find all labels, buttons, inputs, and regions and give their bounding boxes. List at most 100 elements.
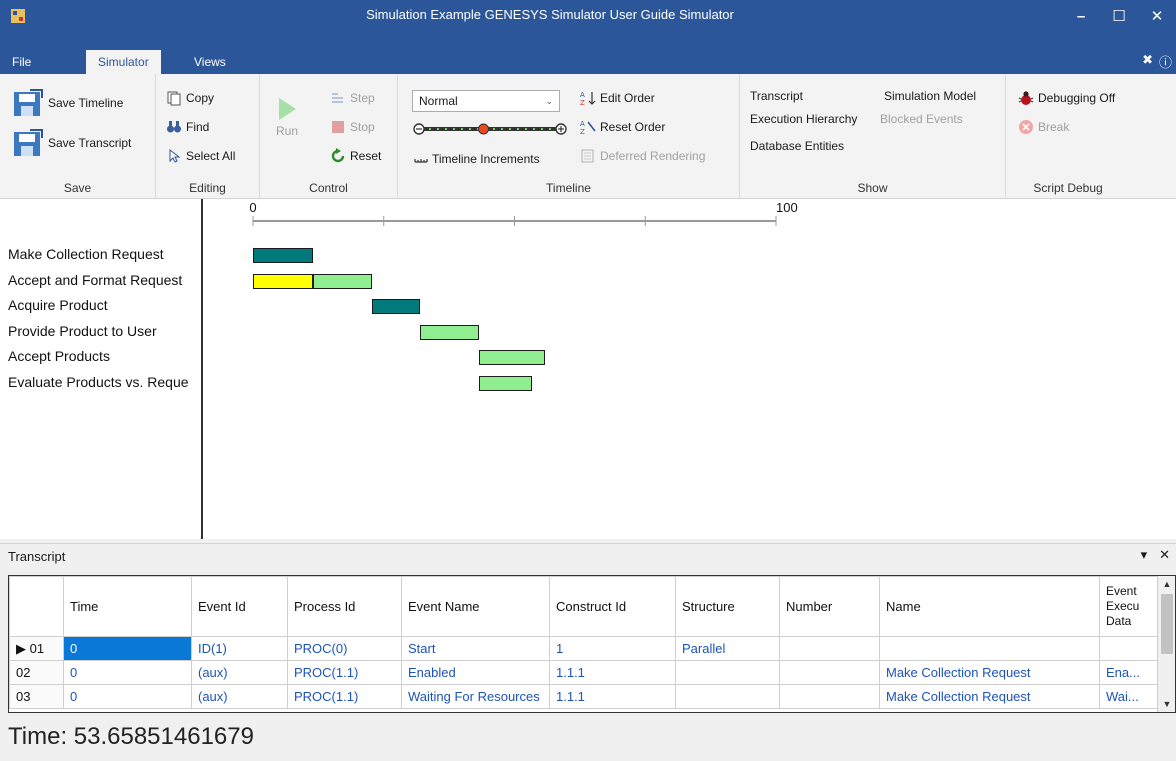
deferred-rendering-checkbox[interactable]: Deferred Rendering	[580, 148, 705, 164]
slider-thumb[interactable]	[478, 123, 489, 135]
column-header[interactable]: Event Name	[401, 576, 550, 637]
table-cell[interactable]: Ena...	[1099, 660, 1160, 685]
timeline-zoom-slider[interactable]	[413, 123, 567, 135]
copy-button[interactable]: Copy	[166, 90, 214, 106]
timeline-bar[interactable]	[253, 248, 313, 263]
select-all-label: Select All	[186, 149, 236, 163]
show-simulation-model-button[interactable]: Simulation Model	[884, 89, 976, 103]
timeline-increments-button[interactable]: Timeline Increments	[414, 151, 540, 167]
column-header[interactable]: Event Execu Data	[1099, 576, 1160, 637]
table-cell[interactable]	[779, 660, 880, 685]
column-header[interactable]: Process Id	[287, 576, 402, 637]
timeline-bar[interactable]	[253, 273, 313, 289]
debugging-toggle-button[interactable]: Debugging Off	[1018, 90, 1115, 106]
stop-button[interactable]: Stop	[330, 119, 375, 135]
transcript-scrollbar[interactable]: ▲ ▼	[1157, 576, 1175, 712]
table-row[interactable]: 02 0 (aux) PROC(1.1) Enabled 1.1.1 Make Collec…	[9, 660, 1160, 685]
show-blocked-events-button[interactable]: Blocked Events	[880, 112, 963, 126]
timeline-row-labels: Make Collection Request Accept and Format…	[0, 199, 203, 539]
status-bar: Time: 53.65851461679	[0, 713, 1176, 761]
step-button[interactable]: Step	[330, 90, 375, 106]
table-cell[interactable]: PROC(1.1)	[287, 660, 402, 685]
timeline-bar[interactable]	[478, 375, 532, 391]
table-cell[interactable]	[879, 636, 1100, 661]
tools-icon[interactable]: ✖	[1142, 52, 1153, 71]
show-transcript-button[interactable]: Transcript	[750, 89, 803, 103]
table-cell[interactable]	[779, 636, 880, 661]
table-cell[interactable]: 1.1.1	[549, 660, 676, 685]
select-all-button[interactable]: Select All	[166, 148, 235, 164]
timeline-bar[interactable]	[312, 273, 373, 289]
table-cell[interactable]: (aux)	[191, 660, 288, 685]
reset-button[interactable]: Reset	[330, 148, 381, 164]
table-cell[interactable]	[675, 660, 780, 685]
timeline-bar[interactable]	[419, 324, 479, 340]
step-label: Step	[350, 91, 375, 105]
tab-simulator[interactable]: Simulator	[86, 50, 161, 74]
table-cell[interactable]: PROC(0)	[287, 636, 402, 661]
timeline-row-label: Accept and Format Request	[8, 271, 183, 288]
show-database-entities-button[interactable]: Database Entities	[750, 139, 844, 153]
transcript-panel-header: Transcript ▾ ✕	[0, 543, 1176, 567]
scroll-down-icon[interactable]: ▼	[1158, 696, 1175, 712]
panel-close-icon[interactable]: ✕	[1159, 547, 1170, 563]
table-cell[interactable]: PROC(1.1)	[287, 684, 402, 709]
break-button[interactable]: Break	[1018, 119, 1069, 135]
close-button[interactable]: ✕	[1138, 0, 1176, 32]
table-cell[interactable]: Make Collection Request	[879, 684, 1100, 709]
scroll-up-icon[interactable]: ▲	[1158, 576, 1175, 592]
table-cell[interactable]: Waiting For Resources	[401, 684, 550, 709]
run-button[interactable]: Run	[276, 96, 298, 138]
minimize-button[interactable]: –	[1062, 0, 1100, 32]
column-header[interactable]: Structure	[675, 576, 780, 637]
row-header[interactable]: ▶ 01	[9, 636, 64, 661]
table-cell[interactable]	[1099, 636, 1160, 661]
column-header[interactable]: Construct Id	[549, 576, 676, 637]
table-row[interactable]: ▶ 01 0 ID(1) PROC(0) Start 1 Parallel	[9, 636, 1160, 661]
column-header[interactable]: Number	[779, 576, 880, 637]
table-cell[interactable]: Make Collection Request	[879, 660, 1100, 685]
column-header[interactable]: Event Id	[191, 576, 288, 637]
table-cell[interactable]: Enabled	[401, 660, 550, 685]
table-cell[interactable]: ID(1)	[191, 636, 288, 661]
timeline-bar[interactable]	[372, 299, 420, 314]
tab-views[interactable]: Views	[182, 50, 238, 74]
reset-order-button[interactable]: AZ Reset Order	[580, 119, 665, 135]
maximize-button[interactable]: ☐	[1100, 0, 1138, 32]
table-cell[interactable]: 0	[63, 660, 192, 685]
group-control: Run Step Stop Reset Control	[260, 74, 398, 199]
panel-menu-icon[interactable]: ▾	[1141, 547, 1148, 563]
table-cell[interactable]	[675, 684, 780, 709]
table-row[interactable]: 03 0 (aux) PROC(1.1) Waiting For Resources 1.…	[9, 684, 1160, 709]
table-cell[interactable]: Wai...	[1099, 684, 1160, 709]
edit-order-button[interactable]: AZ Edit Order	[580, 90, 655, 106]
table-cell[interactable]: 0	[63, 636, 192, 661]
show-execution-hierarchy-button[interactable]: Execution Hierarchy	[750, 112, 857, 126]
tab-file[interactable]: File	[0, 50, 43, 74]
table-cell[interactable]: 1	[549, 636, 676, 661]
timeline-mode-select[interactable]: Normal ⌄	[412, 90, 560, 112]
column-header[interactable]: Name	[879, 576, 1100, 637]
column-header[interactable]	[9, 576, 64, 637]
row-header[interactable]: 02	[9, 660, 64, 685]
table-cell[interactable]: (aux)	[191, 684, 288, 709]
scroll-thumb[interactable]	[1161, 594, 1173, 654]
table-cell[interactable]: 1.1.1	[549, 684, 676, 709]
table-cell[interactable]: Start	[401, 636, 550, 661]
column-header[interactable]: Time	[63, 576, 192, 637]
help-icon[interactable]: ⓘ	[1159, 52, 1172, 71]
save-timeline-button[interactable]: Save Timeline	[12, 88, 123, 118]
row-header[interactable]: 03	[9, 684, 64, 709]
table-cell[interactable]: 0	[63, 684, 192, 709]
debugging-label: Debugging Off	[1038, 91, 1116, 105]
reset-order-icon: AZ	[580, 120, 596, 135]
table-cell[interactable]	[779, 684, 880, 709]
table-cell[interactable]: Parallel	[675, 636, 780, 661]
find-button[interactable]: Find	[166, 119, 209, 135]
save-transcript-button[interactable]: Save Transcript	[12, 128, 131, 158]
timeline-bar[interactable]	[478, 350, 545, 365]
group-editing: Copy Find Select All Editing	[156, 74, 260, 199]
sort-az-icon: AZ	[580, 91, 596, 106]
group-label-script-debug: Script Debug	[1033, 181, 1103, 195]
binoculars-icon	[167, 121, 181, 133]
